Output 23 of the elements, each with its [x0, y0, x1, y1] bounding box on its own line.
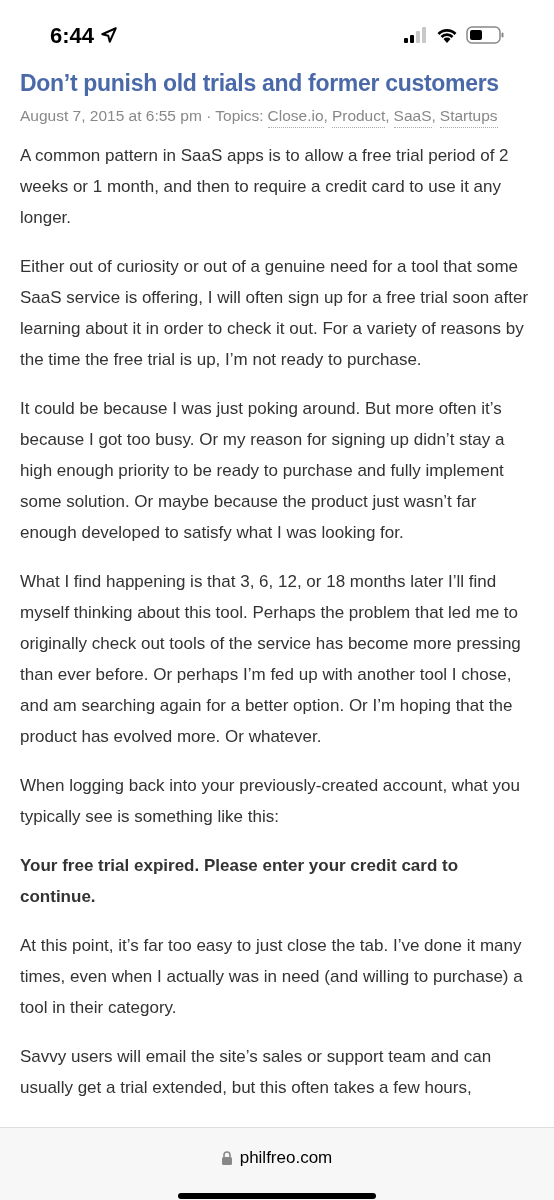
post-title: Don’t punish old trials and former customers: [20, 69, 500, 98]
paragraph: It could be because I was just poking around. But more often it’s because I got too busy. Or my reason for signing up didn’t stay a high enough priority to be ready to purchase and fully implement some solution. Or maybe because the product just wasn’t far enough developed to satisfy what I was looking for.: [20, 398, 506, 545]
separator: ,: [323, 106, 328, 126]
paragraph: Savvy users will email the site’s sales or support team and can usually get a trial extended, but this often takes a few hours,: [20, 1046, 493, 1100]
paragraph: Either out of curiosity or out of a genuine need for a tool that some SaaS service is offering, I will often sign up for a free trial soon after learning about it in order to check it out. For a variety of reasons by the time the free trial is up, I’m not ready to purchase.: [20, 256, 530, 372]
separator: ,: [431, 106, 436, 126]
topic-link[interactable]: Startups: [439, 104, 498, 129]
address-domain[interactable]: philfreo.com: [239, 1145, 333, 1171]
post-date: August 7, 2015 at 6:55 pm · Topics:: [20, 106, 264, 126]
paragraph: What I find happening is that 3, 6, 12, or 18 months later I’ll find myself thinking about this tool. Perhaps the problem that led me to originally check out tools of the service has become more pressing than ever before. Or perhaps I’m fed up with another tool I chose, and am searching again for a better option. Or I’m hoping that the product has evolved more. Or whatever.: [20, 571, 522, 749]
status-time: 6:44: [50, 21, 95, 50]
location-arrow-icon: [100, 26, 119, 44]
paragraph: When logging back into your previously-created account, what you typically see is something like this:: [20, 775, 521, 829]
topic-link[interactable]: Close.io: [267, 104, 324, 129]
wifi-icon: [436, 27, 458, 43]
paragraph: A common pattern in SaaS apps is to allow a free trial period of 2 weeks or 1 month, and then to require a credit card to use it any longer.: [20, 145, 510, 230]
paragraph: At this point, it’s far too easy to just close the tab. I’ve done it many times, even when I actually was in need (and willing to purchase) a tool in their category.: [20, 935, 524, 1020]
paragraph: Your free trial expired. Please enter your credit card to continue.: [20, 855, 460, 909]
signal-icon: [404, 27, 428, 43]
separator: ,: [385, 106, 390, 126]
topic-link[interactable]: SaaS: [393, 104, 432, 129]
lock-icon: [221, 1150, 232, 1165]
battery-icon: [466, 26, 504, 44]
